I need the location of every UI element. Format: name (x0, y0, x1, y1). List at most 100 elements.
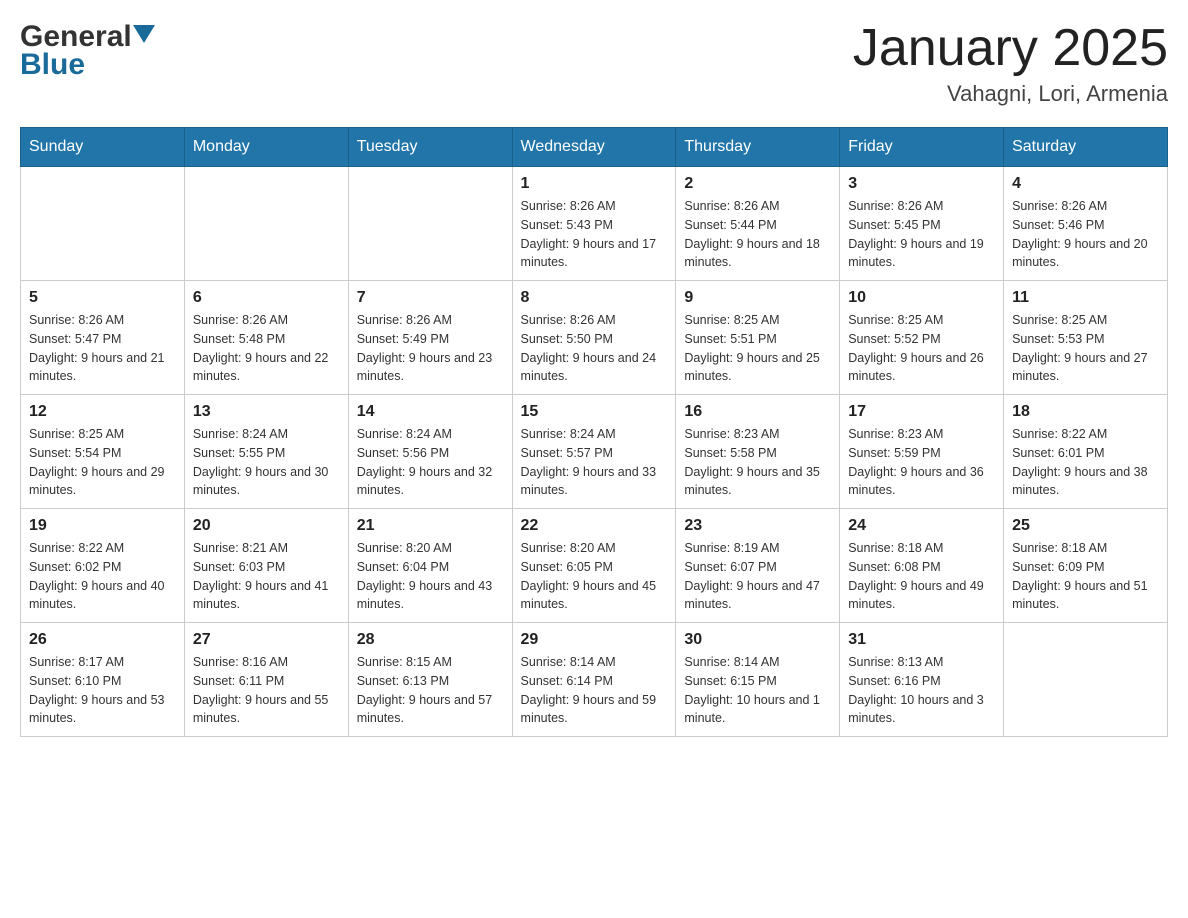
day-number: 10 (848, 289, 995, 307)
day-info: Sunrise: 8:25 AMSunset: 5:51 PMDaylight:… (684, 311, 831, 386)
calendar-cell: 17 Sunrise: 8:23 AMSunset: 5:59 PMDayligh… (840, 395, 1004, 509)
day-info: Sunrise: 8:14 AMSunset: 6:14 PMDaylight:… (521, 653, 668, 728)
calendar-cell: 7Sunrise: 8:26 AMSunset: 5:49 PMDaylight… (348, 281, 512, 395)
calendar-cell: 28 Sunrise: 8:15 AMSunset: 6:13 PMDayligh… (348, 623, 512, 737)
day-number: 24 (848, 517, 995, 535)
calendar-cell: 10 Sunrise: 8:25 AMSunset: 5:52 PMDayligh… (840, 281, 1004, 395)
day-info: Sunrise: 8:18 AMSunset: 6:09 PMDaylight:… (1012, 539, 1159, 614)
calendar-week-5: 26 Sunrise: 8:17 AMSunset: 6:10 PMDayligh… (21, 623, 1168, 737)
calendar-cell: 16 Sunrise: 8:23 AMSunset: 5:58 PMDayligh… (676, 395, 840, 509)
day-number: 4 (1012, 175, 1159, 193)
day-number: 5 (29, 289, 176, 307)
day-info: Sunrise: 8:25 AMSunset: 5:54 PMDaylight:… (29, 425, 176, 500)
day-info: Sunrise: 8:17 AMSunset: 6:10 PMDaylight:… (29, 653, 176, 728)
calendar-cell: 25Sunrise: 8:18 AMSunset: 6:09 PMDayligh… (1004, 509, 1168, 623)
day-number: 17 (848, 403, 995, 421)
day-info: Sunrise: 8:26 AMSunset: 5:50 PMDaylight:… (521, 311, 668, 386)
day-info: Sunrise: 8:23 AMSunset: 5:58 PMDaylight:… (684, 425, 831, 500)
calendar-cell (184, 167, 348, 281)
day-info: Sunrise: 8:24 AMSunset: 5:57 PMDaylight:… (521, 425, 668, 500)
calendar-table: SundayMondayTuesdayWednesdayThursdayFrid… (20, 127, 1168, 737)
day-info: Sunrise: 8:19 AMSunset: 6:07 PMDaylight:… (684, 539, 831, 614)
title-block: January 2025 Vahagni, Lori, Armenia (853, 20, 1168, 107)
day-info: Sunrise: 8:24 AMSunset: 5:55 PMDaylight:… (193, 425, 340, 500)
calendar-header-wednesday: Wednesday (512, 128, 676, 167)
calendar-cell: 26 Sunrise: 8:17 AMSunset: 6:10 PMDayligh… (21, 623, 185, 737)
calendar-header-monday: Monday (184, 128, 348, 167)
calendar-header-tuesday: Tuesday (348, 128, 512, 167)
calendar-cell: 2Sunrise: 8:26 AMSunset: 5:44 PMDaylight… (676, 167, 840, 281)
day-number: 9 (684, 289, 831, 307)
calendar-cell: 5Sunrise: 8:26 AMSunset: 5:47 PMDaylight… (21, 281, 185, 395)
calendar-cell: 9 Sunrise: 8:25 AMSunset: 5:51 PMDaylight… (676, 281, 840, 395)
calendar-cell: 3 Sunrise: 8:26 AMSunset: 5:45 PMDaylight… (840, 167, 1004, 281)
day-number: 8 (521, 289, 668, 307)
page-header: General Blue January 2025 Vahagni, Lori,… (20, 20, 1168, 107)
day-info: Sunrise: 8:24 AMSunset: 5:56 PMDaylight:… (357, 425, 504, 500)
calendar-cell: 27 Sunrise: 8:16 AMSunset: 6:11 PMDayligh… (184, 623, 348, 737)
day-number: 27 (193, 631, 340, 649)
calendar-cell: 15Sunrise: 8:24 AMSunset: 5:57 PMDayligh… (512, 395, 676, 509)
day-info: Sunrise: 8:23 AMSunset: 5:59 PMDaylight:… (848, 425, 995, 500)
calendar-week-4: 19 Sunrise: 8:22 AMSunset: 6:02 PMDayligh… (21, 509, 1168, 623)
calendar-cell: 1 Sunrise: 8:26 AMSunset: 5:43 PMDaylight… (512, 167, 676, 281)
day-info: Sunrise: 8:20 AMSunset: 6:04 PMDaylight:… (357, 539, 504, 614)
day-info: Sunrise: 8:22 AMSunset: 6:01 PMDaylight:… (1012, 425, 1159, 500)
day-info: Sunrise: 8:26 AMSunset: 5:49 PMDaylight:… (357, 311, 504, 386)
calendar-cell: 18 Sunrise: 8:22 AMSunset: 6:01 PMDayligh… (1004, 395, 1168, 509)
day-number: 16 (684, 403, 831, 421)
day-info: Sunrise: 8:20 AMSunset: 6:05 PMDaylight:… (521, 539, 668, 614)
day-info: Sunrise: 8:14 AMSunset: 6:15 PMDaylight:… (684, 653, 831, 728)
day-info: Sunrise: 8:26 AMSunset: 5:43 PMDaylight:… (521, 197, 668, 272)
day-number: 1 (521, 175, 668, 193)
day-info: Sunrise: 8:26 AMSunset: 5:48 PMDaylight:… (193, 311, 340, 386)
calendar-header-saturday: Saturday (1004, 128, 1168, 167)
day-info: Sunrise: 8:13 AMSunset: 6:16 PMDaylight:… (848, 653, 995, 728)
day-number: 22 (521, 517, 668, 535)
calendar-cell: 6Sunrise: 8:26 AMSunset: 5:48 PMDaylight… (184, 281, 348, 395)
calendar-cell: 12Sunrise: 8:25 AMSunset: 5:54 PMDayligh… (21, 395, 185, 509)
day-number: 29 (521, 631, 668, 649)
calendar-cell: 24 Sunrise: 8:18 AMSunset: 6:08 PMDayligh… (840, 509, 1004, 623)
calendar-cell: 29 Sunrise: 8:14 AMSunset: 6:14 PMDayligh… (512, 623, 676, 737)
day-info: Sunrise: 8:25 AMSunset: 5:52 PMDaylight:… (848, 311, 995, 386)
calendar-cell: 14 Sunrise: 8:24 AMSunset: 5:56 PMDayligh… (348, 395, 512, 509)
day-number: 18 (1012, 403, 1159, 421)
day-number: 26 (29, 631, 176, 649)
day-info: Sunrise: 8:22 AMSunset: 6:02 PMDaylight:… (29, 539, 176, 614)
calendar-header-friday: Friday (840, 128, 1004, 167)
day-info: Sunrise: 8:26 AMSunset: 5:45 PMDaylight:… (848, 197, 995, 272)
day-number: 23 (684, 517, 831, 535)
calendar-cell: 11 Sunrise: 8:25 AMSunset: 5:53 PMDayligh… (1004, 281, 1168, 395)
calendar-cell: 4 Sunrise: 8:26 AMSunset: 5:46 PMDaylight… (1004, 167, 1168, 281)
location-text: Vahagni, Lori, Armenia (853, 81, 1168, 107)
calendar-cell: 19 Sunrise: 8:22 AMSunset: 6:02 PMDayligh… (21, 509, 185, 623)
calendar-cell: 30 Sunrise: 8:14 AMSunset: 6:15 PMDayligh… (676, 623, 840, 737)
calendar-header-row: SundayMondayTuesdayWednesdayThursdayFrid… (21, 128, 1168, 167)
day-number: 31 (848, 631, 995, 649)
calendar-cell (348, 167, 512, 281)
day-number: 14 (357, 403, 504, 421)
day-info: Sunrise: 8:26 AMSunset: 5:46 PMDaylight:… (1012, 197, 1159, 272)
day-number: 3 (848, 175, 995, 193)
day-number: 13 (193, 403, 340, 421)
calendar-cell (1004, 623, 1168, 737)
day-info: Sunrise: 8:15 AMSunset: 6:13 PMDaylight:… (357, 653, 504, 728)
day-info: Sunrise: 8:25 AMSunset: 5:53 PMDaylight:… (1012, 311, 1159, 386)
calendar-cell: 21 Sunrise: 8:20 AMSunset: 6:04 PMDayligh… (348, 509, 512, 623)
calendar-header-thursday: Thursday (676, 128, 840, 167)
calendar-cell: 22 Sunrise: 8:20 AMSunset: 6:05 PMDayligh… (512, 509, 676, 623)
day-number: 19 (29, 517, 176, 535)
calendar-cell: 13 Sunrise: 8:24 AMSunset: 5:55 PMDayligh… (184, 395, 348, 509)
day-info: Sunrise: 8:18 AMSunset: 6:08 PMDaylight:… (848, 539, 995, 614)
logo: General Blue (20, 20, 155, 82)
day-info: Sunrise: 8:26 AMSunset: 5:44 PMDaylight:… (684, 197, 831, 272)
logo-blue-text: Blue (20, 48, 85, 82)
calendar-cell: 31 Sunrise: 8:13 AMSunset: 6:16 PMDayligh… (840, 623, 1004, 737)
day-number: 30 (684, 631, 831, 649)
day-info: Sunrise: 8:16 AMSunset: 6:11 PMDaylight:… (193, 653, 340, 728)
day-number: 11 (1012, 289, 1159, 307)
day-number: 28 (357, 631, 504, 649)
calendar-cell: 20Sunrise: 8:21 AMSunset: 6:03 PMDayligh… (184, 509, 348, 623)
day-number: 21 (357, 517, 504, 535)
